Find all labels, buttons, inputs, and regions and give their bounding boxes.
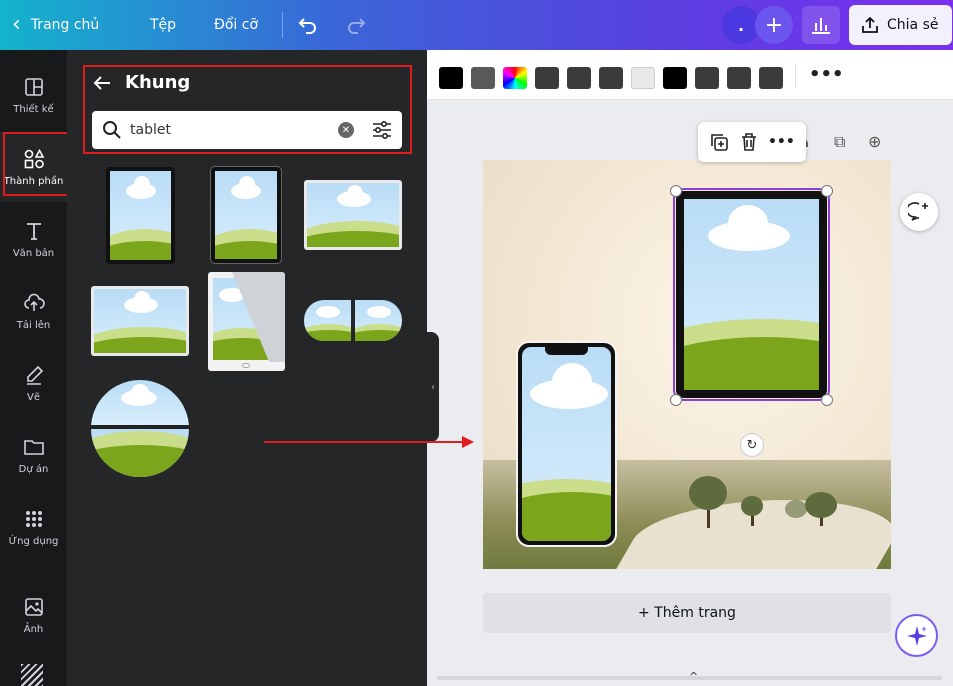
insights-button[interactable] — [802, 6, 840, 44]
color-picker-swatch[interactable] — [503, 67, 527, 89]
rotate-icon[interactable]: ↻ — [740, 433, 764, 457]
pattern-icon[interactable] — [21, 664, 43, 686]
rail-item-label: Vẽ — [27, 391, 40, 403]
rail-item-label: Văn bản — [12, 247, 55, 259]
element-context-toolbar: ••• — [698, 122, 806, 162]
more-icon[interactable]: ••• — [768, 134, 795, 150]
color-swatch[interactable] — [439, 67, 463, 89]
rail-item-design[interactable]: Thiết kế — [0, 60, 67, 130]
resize-menu[interactable]: Đổi cỡ — [214, 0, 258, 50]
comment-plus-icon — [908, 202, 928, 221]
rail-item-label: Ảnh — [23, 623, 44, 635]
duplicate-page-icon[interactable]: ⧉ — [834, 132, 845, 152]
color-swatch[interactable] — [695, 67, 719, 89]
color-swatch[interactable] — [759, 67, 783, 89]
annotation-arrow-line — [264, 441, 464, 443]
color-swatch[interactable] — [471, 67, 495, 89]
tablet-frame-selected[interactable] — [673, 188, 830, 401]
share-label: Chia sẻ — [887, 17, 939, 33]
color-swatch[interactable] — [631, 67, 655, 89]
layout-icon — [24, 77, 43, 96]
divider — [795, 64, 796, 88]
rail-item-uploads[interactable]: Tải lên — [0, 276, 67, 346]
chevron-left-icon: ‹ — [431, 381, 435, 393]
design-canvas[interactable] — [483, 160, 891, 569]
frame-tablet-portrait-2[interactable] — [210, 166, 282, 264]
add-comment-button[interactable] — [900, 193, 938, 231]
rail-item-label: Tải lên — [16, 319, 51, 331]
frame-tablet-landscape[interactable] — [304, 180, 402, 250]
apps-icon — [25, 510, 42, 527]
divider — [282, 12, 283, 38]
frame-split-circle[interactable] — [91, 380, 189, 477]
highlight-elements-box — [3, 132, 75, 196]
rail-item-projects[interactable]: Dự án — [0, 420, 67, 490]
color-swatch[interactable] — [535, 67, 559, 89]
upload-icon — [23, 293, 45, 311]
home-label: Trang chủ — [30, 17, 100, 33]
resize-handle[interactable] — [821, 185, 833, 197]
share-icon — [862, 16, 878, 33]
bar-chart-icon — [812, 18, 830, 34]
color-swatch[interactable] — [727, 67, 751, 89]
resize-handle[interactable] — [670, 185, 682, 197]
rail-item-draw[interactable]: Vẽ — [0, 348, 67, 418]
rail-item-photos[interactable]: Ảnh — [0, 580, 67, 650]
add-page-button[interactable]: + Thêm trang — [483, 593, 891, 633]
redo-icon[interactable] — [346, 0, 366, 50]
frame-ipad-cover[interactable] — [208, 272, 285, 371]
image-icon — [24, 597, 43, 616]
add-collaborator-button[interactable]: + — [755, 6, 793, 44]
add-page-icon[interactable]: ⊕ — [868, 132, 881, 151]
frame-tablet-portrait[interactable] — [106, 167, 175, 264]
frame-split-pill[interactable] — [304, 300, 402, 341]
home-button[interactable]: ‹ Trang chủ — [6, 0, 126, 50]
sparkle-icon — [906, 625, 927, 646]
file-menu[interactable]: Tệp — [150, 0, 176, 50]
share-button[interactable]: Chia sẻ — [849, 5, 952, 45]
resize-handle[interactable] — [821, 394, 833, 406]
text-icon — [26, 222, 41, 240]
annotation-arrow-head — [462, 436, 474, 448]
highlight-search-box — [83, 65, 412, 154]
duplicate-icon[interactable] — [709, 132, 729, 152]
collapse-panel-handle[interactable]: ‹ — [427, 332, 439, 442]
color-swatch[interactable] — [567, 67, 591, 89]
editor-toolbar: ••• — [427, 50, 953, 100]
magic-assistant-button[interactable] — [895, 614, 938, 657]
phone-frame[interactable] — [516, 341, 617, 547]
chevron-up-icon[interactable]: ^ — [689, 670, 698, 683]
folder-icon — [23, 439, 44, 455]
chevron-left-icon: ‹ — [12, 12, 21, 37]
color-swatch[interactable] — [663, 67, 687, 89]
more-icon[interactable]: ••• — [809, 64, 844, 85]
rail-item-label: Dự án — [18, 463, 49, 475]
color-swatch[interactable] — [599, 67, 623, 89]
rail-item-label: Thiết kế — [13, 103, 54, 115]
horizontal-scrollbar[interactable]: ^ — [427, 668, 953, 686]
rail-item-apps[interactable]: Ứng dụng — [0, 492, 67, 562]
resize-handle[interactable] — [670, 394, 682, 406]
trash-icon[interactable] — [740, 132, 758, 152]
frame-landscape[interactable] — [91, 286, 189, 356]
undo-icon[interactable] — [298, 0, 318, 50]
rail-item-label: Ứng dụng — [8, 535, 59, 547]
rail-item-text[interactable]: Văn bản — [0, 204, 67, 274]
plus-icon: + — [764, 12, 784, 38]
top-bar: ‹ Trang chủ Tệp Đổi cỡ . + Chia sẻ — [0, 0, 953, 50]
draw-icon — [26, 365, 43, 385]
